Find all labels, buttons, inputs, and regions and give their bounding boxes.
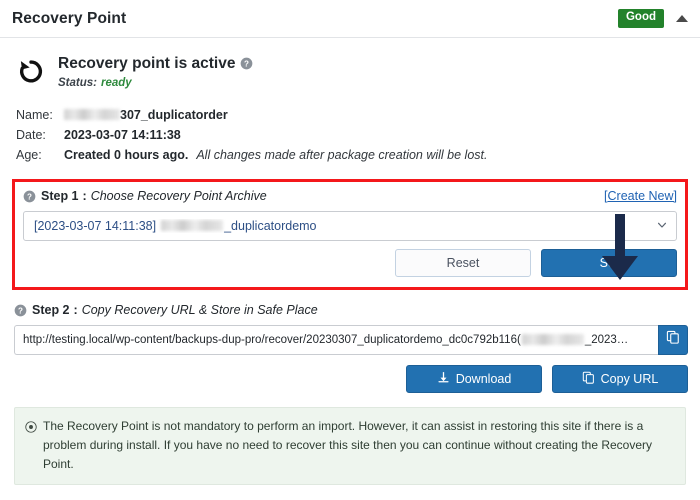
download-button[interactable]: Download bbox=[406, 364, 542, 393]
caret-up-icon[interactable] bbox=[676, 14, 688, 22]
package-details: Name: 307_duplicatorder Date: 2023-03-07… bbox=[16, 105, 688, 165]
chevron-down-icon[interactable] bbox=[650, 219, 668, 233]
summary-title-row: Recovery point is active ? bbox=[58, 55, 253, 73]
step2-button-row: Download Copy URL bbox=[14, 364, 688, 393]
svg-text:?: ? bbox=[18, 306, 23, 315]
redacted-text bbox=[64, 108, 120, 120]
detail-row-age: Age: Created 0 hours ago. All changes ma… bbox=[16, 145, 688, 165]
create-new-link[interactable]: [Create New] bbox=[604, 188, 677, 205]
name-value-text: 307_duplicatorder bbox=[120, 107, 228, 122]
summary-title: Recovery point is active bbox=[58, 55, 236, 72]
copy-icon bbox=[582, 371, 595, 387]
recovery-url-suffix: _2023… bbox=[584, 333, 629, 346]
step1-label-row: ? Step 1 : Choose Recovery Point Archive… bbox=[23, 188, 677, 205]
step1-title: Choose Recovery Point Archive bbox=[90, 188, 267, 203]
download-button-label: Download bbox=[455, 371, 512, 386]
set-button[interactable]: Set bbox=[541, 248, 677, 277]
help-circle-icon[interactable]: ? bbox=[14, 304, 27, 317]
name-label: Name: bbox=[16, 107, 53, 122]
status-label: Status: bbox=[58, 76, 97, 89]
recovery-url-prefix: http://testing.local/wp-content/backups-… bbox=[23, 333, 521, 346]
svg-text:?: ? bbox=[27, 192, 32, 201]
step2-separator: : bbox=[73, 302, 78, 317]
name-value: 307_duplicatorder bbox=[64, 105, 228, 125]
panel-header: Recovery Point Good bbox=[0, 0, 700, 38]
recovery-url-row: http://testing.local/wp-content/backups-… bbox=[14, 324, 688, 355]
detail-row-date: Date: 2023-03-07 14:11:38 bbox=[16, 125, 688, 145]
step1-number: Step 1 bbox=[41, 188, 79, 203]
help-circle-icon[interactable]: ? bbox=[23, 190, 36, 203]
recovery-archive-select-value: [2023-03-07 14:11:38] _duplicatordemo bbox=[34, 219, 317, 233]
step2-section: ? Step 2 : Copy Recovery URL & Store in … bbox=[14, 302, 688, 393]
help-circle-icon[interactable]: ? bbox=[240, 57, 253, 70]
info-circle-icon bbox=[25, 420, 37, 439]
reset-button[interactable]: Reset bbox=[395, 248, 531, 277]
age-value: Created 0 hours ago. bbox=[64, 147, 189, 162]
status-badge: Good bbox=[617, 9, 664, 28]
step1-separator: : bbox=[82, 188, 87, 203]
recovery-url-input[interactable]: http://testing.local/wp-content/backups-… bbox=[14, 324, 658, 355]
copy-url-icon-button[interactable] bbox=[658, 324, 688, 355]
status-value: ready bbox=[100, 76, 132, 89]
restore-rotate-left-icon bbox=[16, 56, 46, 86]
header-right-group: Good bbox=[617, 9, 690, 28]
status-line: Status: ready bbox=[58, 77, 253, 89]
step2-title: Copy Recovery URL & Store in Safe Place bbox=[81, 302, 318, 317]
download-icon bbox=[437, 371, 450, 387]
detail-row-name: Name: 307_duplicatorder bbox=[16, 105, 688, 125]
date-label: Date: bbox=[16, 127, 46, 142]
svg-text:?: ? bbox=[244, 60, 249, 69]
info-notice-text: The Recovery Point is not mandatory to p… bbox=[43, 418, 653, 471]
date-value: 2023-03-07 14:11:38 bbox=[64, 127, 181, 142]
select-value-suffix: _duplicatordemo bbox=[224, 218, 317, 233]
step2-number: Step 2 bbox=[32, 302, 70, 317]
age-note: All changes made after package creation … bbox=[196, 147, 488, 162]
redacted-text bbox=[161, 220, 224, 232]
redacted-text bbox=[521, 334, 584, 346]
step1-button-row: Reset Set bbox=[23, 248, 677, 277]
panel-body: Recovery point is active ? Status: ready … bbox=[0, 38, 700, 485]
recovery-point-summary: Recovery point is active ? Status: ready bbox=[12, 50, 688, 91]
age-label: Age: bbox=[16, 147, 42, 162]
page-title: Recovery Point bbox=[12, 9, 127, 27]
recovery-archive-select[interactable]: [2023-03-07 14:11:38] _duplicatordemo bbox=[23, 210, 677, 241]
copy-url-button[interactable]: Copy URL bbox=[552, 364, 688, 393]
copy-icon bbox=[666, 330, 680, 349]
summary-text-group: Recovery point is active ? Status: ready bbox=[58, 54, 253, 89]
copy-url-button-label: Copy URL bbox=[600, 371, 659, 386]
step2-label-row: ? Step 2 : Copy Recovery URL & Store in … bbox=[14, 302, 688, 319]
info-notice: The Recovery Point is not mandatory to p… bbox=[14, 406, 686, 485]
step1-highlight-box: ? Step 1 : Choose Recovery Point Archive… bbox=[12, 178, 688, 290]
select-value-prefix: [2023-03-07 14:11:38] bbox=[34, 218, 157, 233]
recovery-point-panel: Recovery Point Good Recovery point is ac… bbox=[0, 0, 700, 500]
